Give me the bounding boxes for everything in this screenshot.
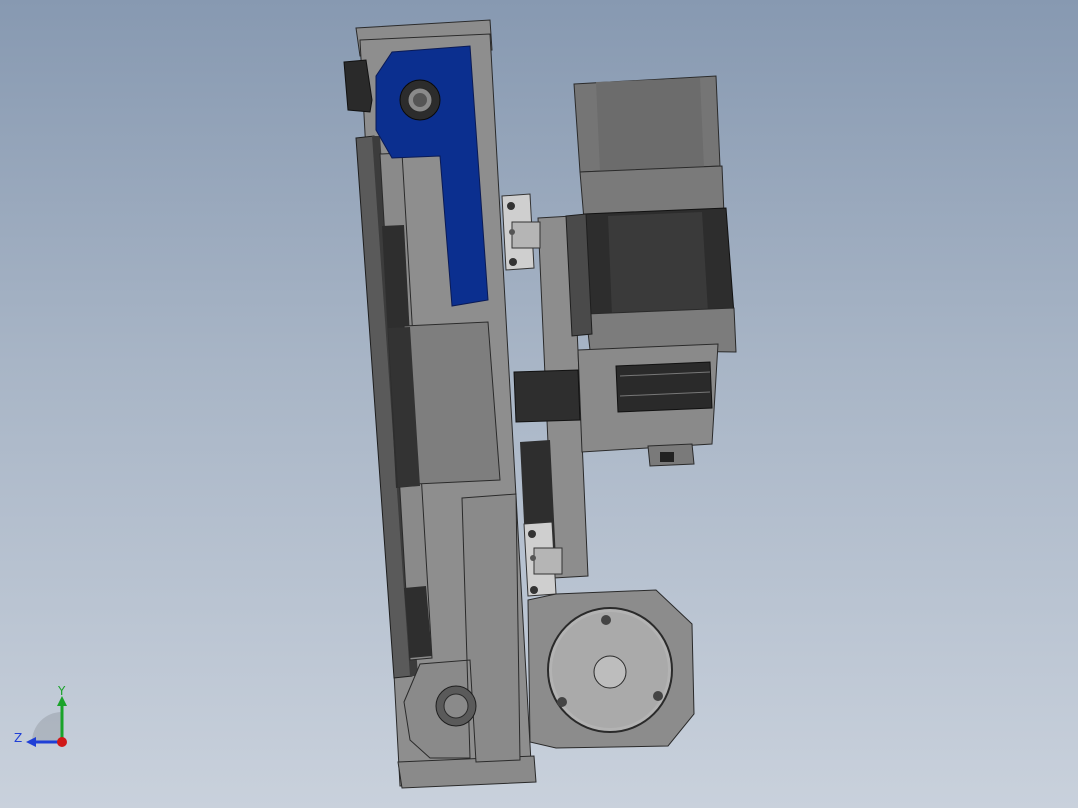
graphics-viewport[interactable]: Y Z — [0, 0, 1078, 808]
y-axis-label: Y — [57, 684, 66, 698]
z-axis-label: Z — [14, 731, 22, 745]
upper-guide-block — [501, 193, 541, 271]
lower-motor-mount[interactable] — [527, 589, 695, 749]
coordinate-triad: Y Z — [10, 684, 80, 754]
cad-assembly-model[interactable] — [0, 0, 1078, 808]
carriage-block[interactable] — [388, 321, 501, 487]
axis-triad-graphic: Y Z — [14, 684, 67, 747]
x-axis-point — [57, 737, 67, 747]
stepper-motor-upper[interactable] — [565, 75, 737, 353]
